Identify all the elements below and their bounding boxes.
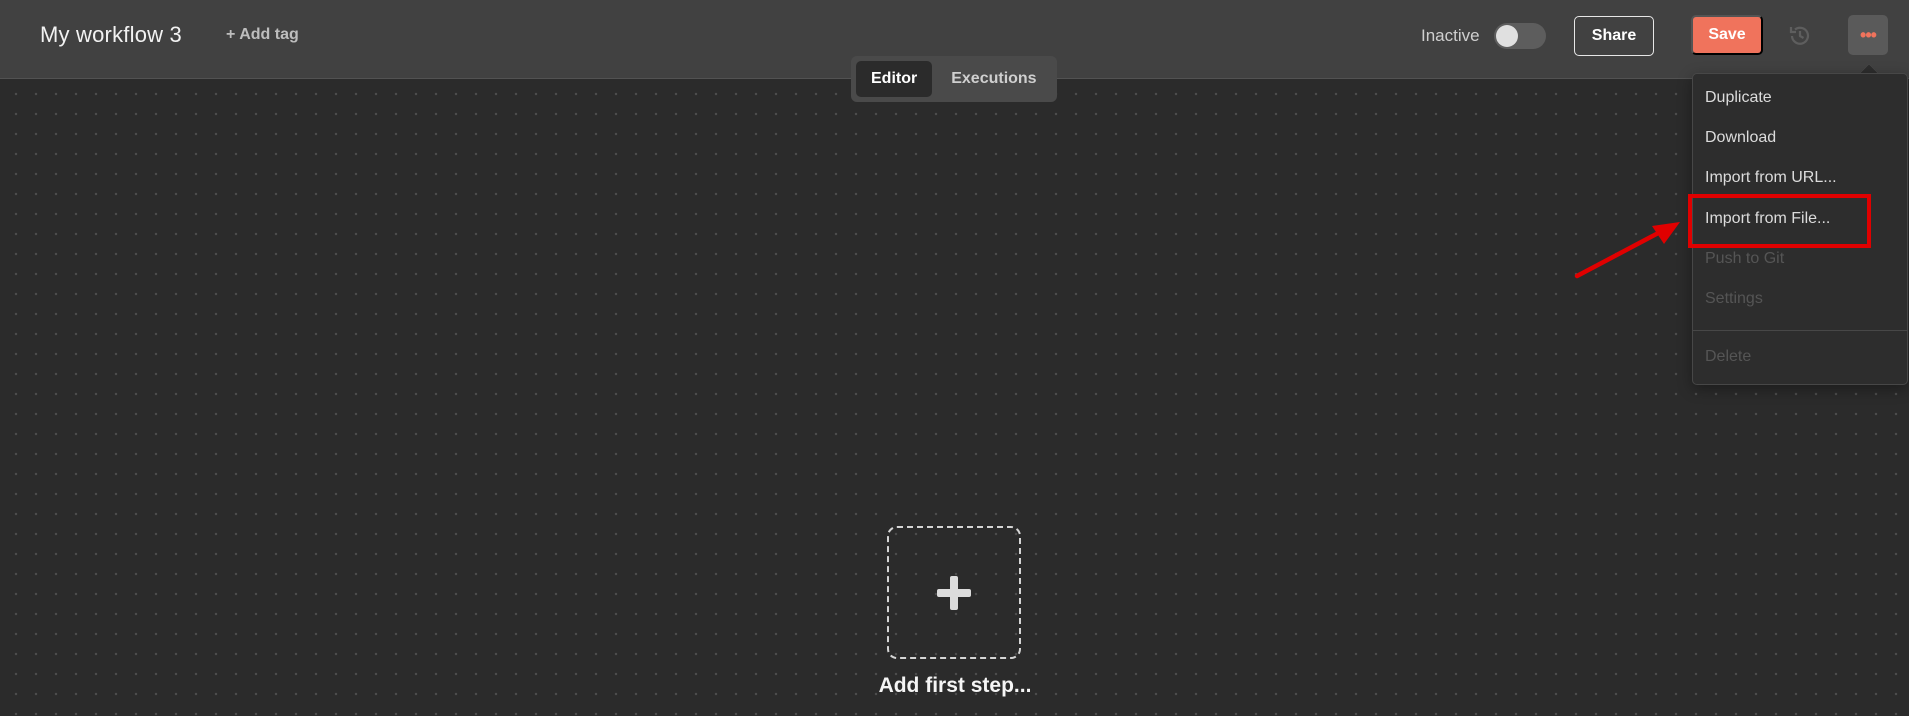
menu-item-import-url[interactable]: Import from URL... — [1705, 169, 1837, 187]
menu-item-duplicate[interactable]: Duplicate — [1705, 89, 1772, 107]
save-button[interactable]: Save — [1691, 15, 1763, 55]
menu-item-push-to-git: Push to Git — [1705, 250, 1785, 267]
more-horizontal-icon: ••• — [1860, 24, 1877, 45]
annotation-highlight-box — [1688, 194, 1871, 248]
tab-executions[interactable]: Executions — [936, 61, 1051, 97]
arrow-icon — [1574, 222, 1680, 279]
menu-divider — [1693, 330, 1907, 331]
tab-editor[interactable]: Editor — [856, 61, 933, 97]
menu-item-settings: Settings — [1705, 290, 1763, 307]
active-status-label: Inactive — [1421, 26, 1480, 45]
history-icon[interactable] — [1787, 23, 1813, 49]
workflow-canvas[interactable]: Add first step... — [0, 80, 1909, 716]
more-options-button[interactable]: ••• — [1848, 15, 1888, 55]
toggle-knob — [1496, 25, 1518, 47]
plus-icon — [937, 575, 971, 610]
menu-item-delete: Delete — [1705, 348, 1752, 365]
add-first-step-label: Add first step... — [878, 674, 1032, 697]
menu-item-download[interactable]: Download — [1705, 129, 1776, 147]
view-tabs: Editor Executions — [851, 56, 1057, 102]
workflow-editor-app: Add first step... My workflow 3 + Add ta… — [0, 0, 1909, 716]
add-tag-button[interactable]: + Add tag — [226, 26, 299, 44]
workflow-title[interactable]: My workflow 3 — [40, 22, 182, 48]
share-button[interactable]: Share — [1574, 16, 1654, 56]
active-toggle[interactable] — [1494, 23, 1546, 49]
add-first-step-button[interactable] — [887, 526, 1021, 659]
